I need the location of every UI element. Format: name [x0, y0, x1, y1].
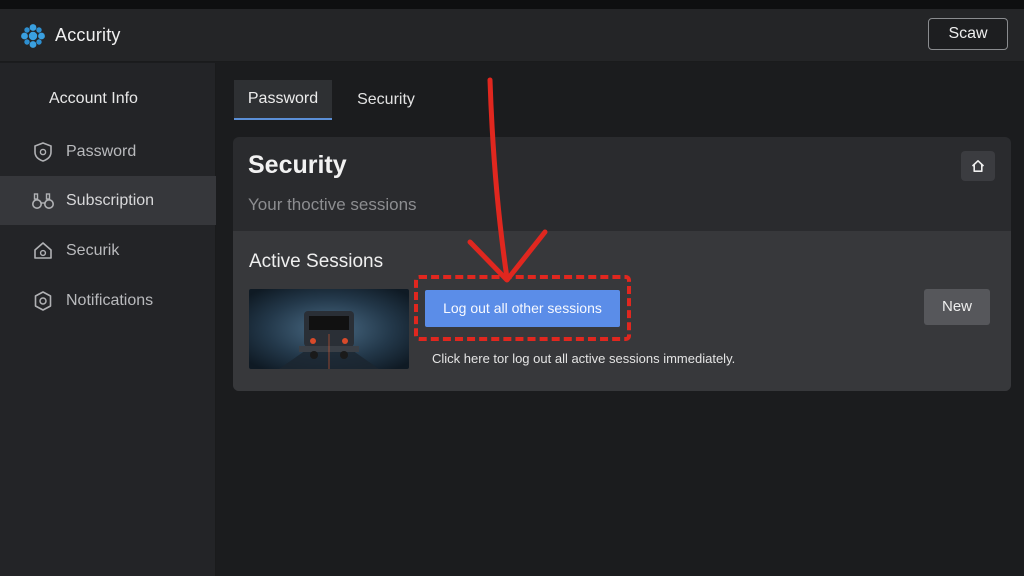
- sidebar-item-password[interactable]: Password: [0, 127, 216, 176]
- app-logo-icon: [21, 24, 45, 48]
- top-strip: [0, 0, 1024, 9]
- logout-hint-text: Click here tor log out all active sessio…: [432, 351, 736, 366]
- sidebar-item-label: Password: [66, 142, 137, 160]
- shield-icon: [31, 140, 55, 164]
- session-thumbnail: [249, 289, 409, 369]
- home-icon: [971, 160, 985, 172]
- security-card: Security Your thoctive sessions Active S…: [233, 137, 1011, 391]
- active-sessions-panel: Active Sessions Log out all other sessio…: [233, 231, 1011, 391]
- active-sessions-title: Active Sessions: [249, 251, 384, 272]
- home-button[interactable]: [961, 151, 995, 181]
- sidebar: Account Info Password Subscription Secur…: [0, 63, 216, 576]
- card-subtitle: Your thoctive sessions: [248, 195, 417, 214]
- new-button[interactable]: New: [924, 289, 990, 325]
- card-title: Security: [248, 151, 347, 179]
- tab-password[interactable]: Password: [234, 80, 332, 120]
- sidebar-heading-account-info[interactable]: Account Info: [49, 90, 138, 108]
- tab-security[interactable]: Security: [344, 80, 428, 120]
- sidebar-item-label: Securik: [66, 241, 120, 259]
- save-button[interactable]: Scaw: [928, 18, 1008, 50]
- sidebar-item-label: Subscription: [66, 191, 155, 209]
- sidebar-item-securik[interactable]: Securik: [0, 226, 216, 275]
- sidebar-item-label: Notifications: [66, 291, 154, 309]
- main-content: Password Security Security Your thoctive…: [217, 63, 1024, 576]
- home-lock-icon: [31, 239, 55, 263]
- binoculars-icon: [31, 189, 55, 213]
- title-bar: Accurity Scaw: [0, 9, 1024, 62]
- app-title: Accurity: [55, 25, 121, 45]
- sidebar-item-subscription[interactable]: Subscription: [0, 176, 216, 225]
- gear-shield-icon: [31, 289, 55, 313]
- logout-all-sessions-button[interactable]: Log out all other sessions: [425, 290, 620, 327]
- sidebar-item-notifications[interactable]: Notifications: [0, 276, 216, 325]
